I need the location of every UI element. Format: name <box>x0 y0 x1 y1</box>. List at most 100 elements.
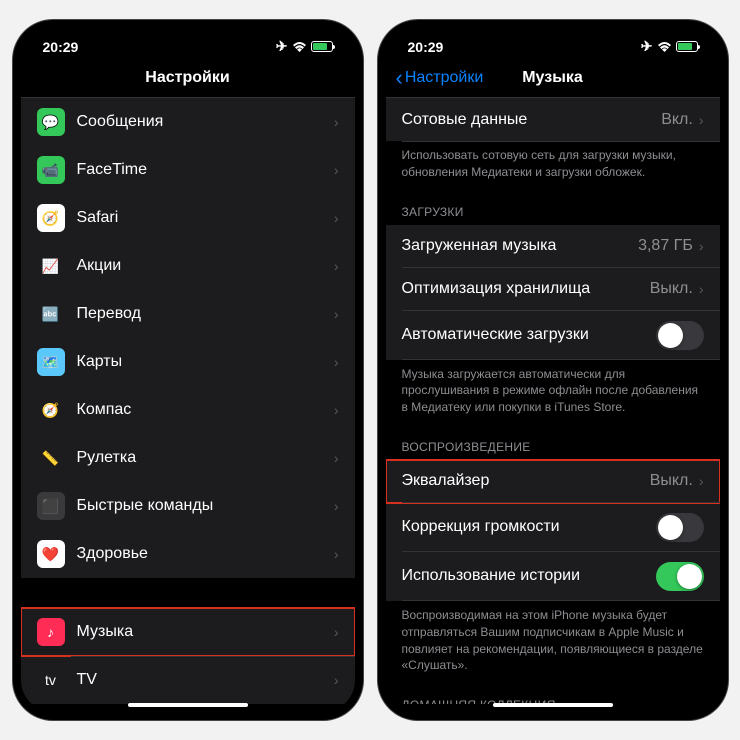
row-value: 3,87 ГБ <box>638 237 693 255</box>
nav-bar: Настройки <box>21 61 355 98</box>
row-label: Перевод <box>77 305 334 323</box>
settings-list[interactable]: 💬Сообщения›📹FaceTime›🧭Safari›📈Акции›🔤Пер… <box>21 98 355 704</box>
battery-icon <box>311 41 333 52</box>
chevron-right-icon: › <box>334 354 339 370</box>
playback-footer: Воспроизводимая на этом iPhone музыка бу… <box>386 601 720 684</box>
app-icon: ♪ <box>37 618 65 646</box>
screen-left: 20:29 ✈︎ Настройки 💬Сообщения›📹FaceTime›… <box>21 28 355 712</box>
history-usage-row[interactable]: Использование истории <box>386 552 720 601</box>
settings-row[interactable]: ♪ Музыка› <box>21 608 355 656</box>
chevron-right-icon: › <box>334 306 339 322</box>
auto-downloads-toggle[interactable] <box>656 321 704 350</box>
wifi-icon <box>292 39 307 55</box>
row-label: Эквалайзер <box>402 472 650 490</box>
chevron-right-icon: › <box>334 210 339 226</box>
phone-left: 20:29 ✈︎ Настройки 💬Сообщения›📹FaceTime›… <box>13 20 363 720</box>
app-icon: 📏 <box>37 444 65 472</box>
downloads-footer: Музыка загружается автоматически для про… <box>386 360 720 426</box>
app-icon: ⬛ <box>37 492 65 520</box>
chevron-right-icon: › <box>334 450 339 466</box>
airplane-icon: ✈︎ <box>641 38 653 55</box>
row-value: Вкл. <box>661 111 693 129</box>
music-settings[interactable]: Сотовые данные Вкл. › Использовать сотов… <box>386 98 720 704</box>
back-label: Настройки <box>405 69 483 87</box>
home-indicator[interactable] <box>128 703 248 707</box>
row-label: Здоровье <box>77 545 334 563</box>
settings-row[interactable]: 📹 FaceTime› <box>21 146 355 194</box>
chevron-right-icon: › <box>334 162 339 178</box>
chevron-right-icon: › <box>699 238 704 254</box>
home-collection-header: ДОМАШНЯЯ КОЛЛЕКЦИЯ <box>386 684 720 704</box>
row-label: Оптимизация хранилища <box>402 280 650 298</box>
chevron-right-icon: › <box>334 624 339 640</box>
playback-header: ВОСПРОИЗВЕДЕНИЕ <box>386 426 720 460</box>
app-icon: 🧭 <box>37 396 65 424</box>
status-icons: ✈︎ <box>641 38 698 55</box>
settings-row[interactable]: 💬Сообщения› <box>21 98 355 146</box>
row-label: TV <box>77 671 334 689</box>
back-button[interactable]: ‹ Настройки <box>396 65 484 91</box>
settings-row[interactable]: 🔤 Перевод› <box>21 290 355 338</box>
row-label: Использование истории <box>402 567 656 585</box>
row-label: Компас <box>77 401 334 419</box>
chevron-right-icon: › <box>699 473 704 489</box>
app-icon: 📈 <box>37 252 65 280</box>
chevron-right-icon: › <box>334 258 339 274</box>
wifi-icon <box>657 39 672 55</box>
row-label: FaceTime <box>77 161 334 179</box>
volume-correction-toggle[interactable] <box>656 513 704 542</box>
settings-row[interactable]: ❤️ Здоровье› <box>21 530 355 578</box>
optimize-storage-row[interactable]: Оптимизация хранилища Выкл. › <box>386 268 720 311</box>
app-icon: 💬 <box>37 108 65 136</box>
chevron-right-icon: › <box>699 281 704 297</box>
row-label: Автоматические загрузки <box>402 326 656 344</box>
cellular-data-row[interactable]: Сотовые данные Вкл. › <box>386 98 720 141</box>
chevron-right-icon: › <box>334 402 339 418</box>
app-icon: ❤️ <box>37 540 65 568</box>
settings-row[interactable]: 🧭 Компас› <box>21 386 355 434</box>
page-title: Настройки <box>145 69 229 87</box>
app-icon: 🧭 <box>37 204 65 232</box>
screen-right: 20:29 ✈︎ ‹ Настройки Музыка Сотовые данн… <box>386 28 720 712</box>
settings-row[interactable]: 🧭Safari› <box>21 194 355 242</box>
row-label: Сотовые данные <box>402 111 662 129</box>
notch <box>478 28 628 52</box>
airplane-icon: ✈︎ <box>276 38 288 55</box>
row-value: Выкл. <box>650 472 693 490</box>
group-separator <box>21 578 355 608</box>
phone-right: 20:29 ✈︎ ‹ Настройки Музыка Сотовые данн… <box>378 20 728 720</box>
app-icon: tv <box>37 666 65 694</box>
status-icons: ✈︎ <box>276 38 333 55</box>
chevron-right-icon: › <box>334 672 339 688</box>
app-icon: 🗺️ <box>37 348 65 376</box>
chevron-right-icon: › <box>699 112 704 128</box>
downloaded-music-row[interactable]: Загруженная музыка 3,87 ГБ › <box>386 225 720 268</box>
volume-correction-row[interactable]: Коррекция громкости <box>386 503 720 552</box>
history-usage-toggle[interactable] <box>656 562 704 591</box>
row-label: Рулетка <box>77 449 334 467</box>
auto-downloads-row[interactable]: Автоматические загрузки <box>386 311 720 360</box>
settings-row[interactable]: 📈 Акции› <box>21 242 355 290</box>
settings-row[interactable]: tv TV› <box>21 656 355 704</box>
status-time: 20:29 <box>43 39 79 55</box>
row-value: Выкл. <box>650 280 693 298</box>
notch <box>113 28 263 52</box>
app-icon: 📹 <box>37 156 65 184</box>
downloads-header: ЗАГРУЗКИ <box>386 191 720 225</box>
settings-row[interactable]: ⬛ Быстрые команды› <box>21 482 355 530</box>
row-label: Музыка <box>77 623 334 641</box>
app-icon: 🔤 <box>37 300 65 328</box>
settings-row[interactable]: 🗺️Карты› <box>21 338 355 386</box>
page-title: Музыка <box>522 69 583 87</box>
row-label: Сообщения <box>77 113 334 131</box>
row-label: Коррекция громкости <box>402 518 656 536</box>
equalizer-row[interactable]: Эквалайзер Выкл. › <box>386 460 720 503</box>
row-label: Акции <box>77 257 334 275</box>
chevron-right-icon: › <box>334 498 339 514</box>
home-indicator[interactable] <box>493 703 613 707</box>
row-label: Быстрые команды <box>77 497 334 515</box>
status-time: 20:29 <box>408 39 444 55</box>
chevron-right-icon: › <box>334 546 339 562</box>
settings-row[interactable]: 📏 Рулетка› <box>21 434 355 482</box>
cellular-footer: Использовать сотовую сеть для загрузки м… <box>386 141 720 191</box>
